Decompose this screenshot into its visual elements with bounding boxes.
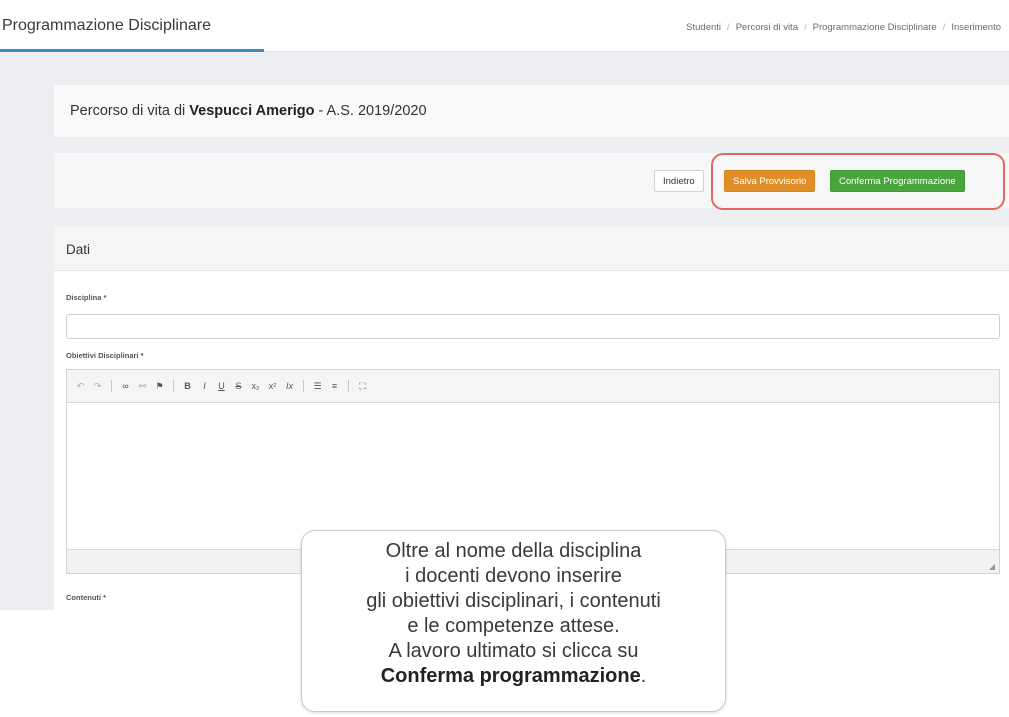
- callout-end-punct: .: [640, 665, 647, 687]
- student-name: Vespucci Amerigo: [189, 103, 315, 119]
- breadcrumb-separator: /: [727, 22, 730, 33]
- numbered-list-icon[interactable]: ☰: [310, 379, 325, 394]
- obiettivi-label: Obiettivi Disciplinari *: [66, 351, 144, 360]
- back-button[interactable]: Indietro: [654, 170, 704, 192]
- underline-icon[interactable]: U: [214, 379, 229, 394]
- toolbar-separator: [348, 380, 349, 392]
- callout-line: e le competenze attese.: [407, 615, 620, 637]
- resize-handle-icon[interactable]: ◢: [989, 562, 995, 571]
- section-header: Dati: [54, 226, 1009, 271]
- breadcrumb-inserimento: Inserimento: [951, 22, 1001, 33]
- callout-line: Oltre al nome della disciplina: [385, 540, 642, 562]
- bold-icon[interactable]: B: [180, 379, 195, 394]
- actions-card: Indietro Salva Provvisorio Conferma Prog…: [54, 153, 1009, 210]
- highlight-ring: [711, 153, 1005, 210]
- app-window: Programmazione Disciplinare Studenti / P…: [0, 0, 1009, 610]
- instruction-callout: Oltre al nome della disciplina i docenti…: [301, 530, 726, 712]
- strikethrough-icon[interactable]: S: [231, 379, 246, 394]
- toolbar-separator: [173, 380, 174, 392]
- disciplina-input[interactable]: [66, 314, 1000, 339]
- student-header-card: Percorso di vita di Vespucci Amerigo - A…: [54, 85, 1009, 137]
- title-underline: [0, 49, 264, 52]
- italic-icon[interactable]: I: [197, 379, 212, 394]
- clear-format-icon[interactable]: Ix: [282, 379, 297, 394]
- link-icon[interactable]: ∞: [118, 379, 133, 394]
- top-bar: Programmazione Disciplinare Studenti / P…: [0, 0, 1009, 52]
- undo-icon[interactable]: ↶: [73, 379, 88, 394]
- callout-final-line: Conferma programmazione.: [302, 664, 725, 689]
- flag-icon[interactable]: ⚑: [152, 379, 167, 394]
- breadcrumb-studenti[interactable]: Studenti: [686, 22, 721, 33]
- subscript-icon[interactable]: x₂: [248, 379, 263, 394]
- bullet-list-icon[interactable]: ≡: [327, 379, 342, 394]
- maximize-icon[interactable]: ⛶: [355, 379, 370, 394]
- callout-line: A lavoro ultimato si clicca su: [388, 640, 639, 662]
- unlink-icon[interactable]: ⚯: [135, 379, 150, 394]
- breadcrumb-separator: /: [804, 22, 807, 33]
- callout-line: gli obiettivi disciplinari, i contenuti: [366, 590, 661, 612]
- callout-line: i docenti devono inserire: [405, 565, 622, 587]
- superscript-icon[interactable]: x²: [265, 379, 280, 394]
- student-prefix: Percorso di vita di: [70, 103, 190, 119]
- toolbar-separator: [303, 380, 304, 392]
- obiettivi-textarea[interactable]: [67, 403, 999, 549]
- breadcrumb-percorsi[interactable]: Percorsi di vita: [736, 22, 798, 33]
- callout-bold-text: Conferma programmazione: [380, 665, 641, 687]
- breadcrumb-separator: /: [942, 22, 946, 33]
- editor-toolbar: ↶ ↷ ∞ ⚯ ⚑ B I U S x₂ x² Ix ☰ ≡ ⛶: [67, 370, 999, 403]
- section-title: Dati: [66, 242, 91, 257]
- page-title: Programmazione Disciplinare: [2, 17, 211, 34]
- contenuti-label: Contenuti *: [66, 593, 106, 602]
- student-heading: Percorso di vita di Vespucci Amerigo - A…: [70, 103, 427, 119]
- breadcrumb: Studenti / Percorsi di vita / Programmaz…: [686, 22, 1001, 33]
- disciplina-label: Disciplina *: [66, 293, 107, 302]
- breadcrumb-programmazione[interactable]: Programmazione Disciplinare: [813, 22, 937, 33]
- toolbar-separator: [111, 380, 112, 392]
- school-year: - A.S. 2019/2020: [314, 103, 427, 119]
- redo-icon[interactable]: ↷: [90, 379, 105, 394]
